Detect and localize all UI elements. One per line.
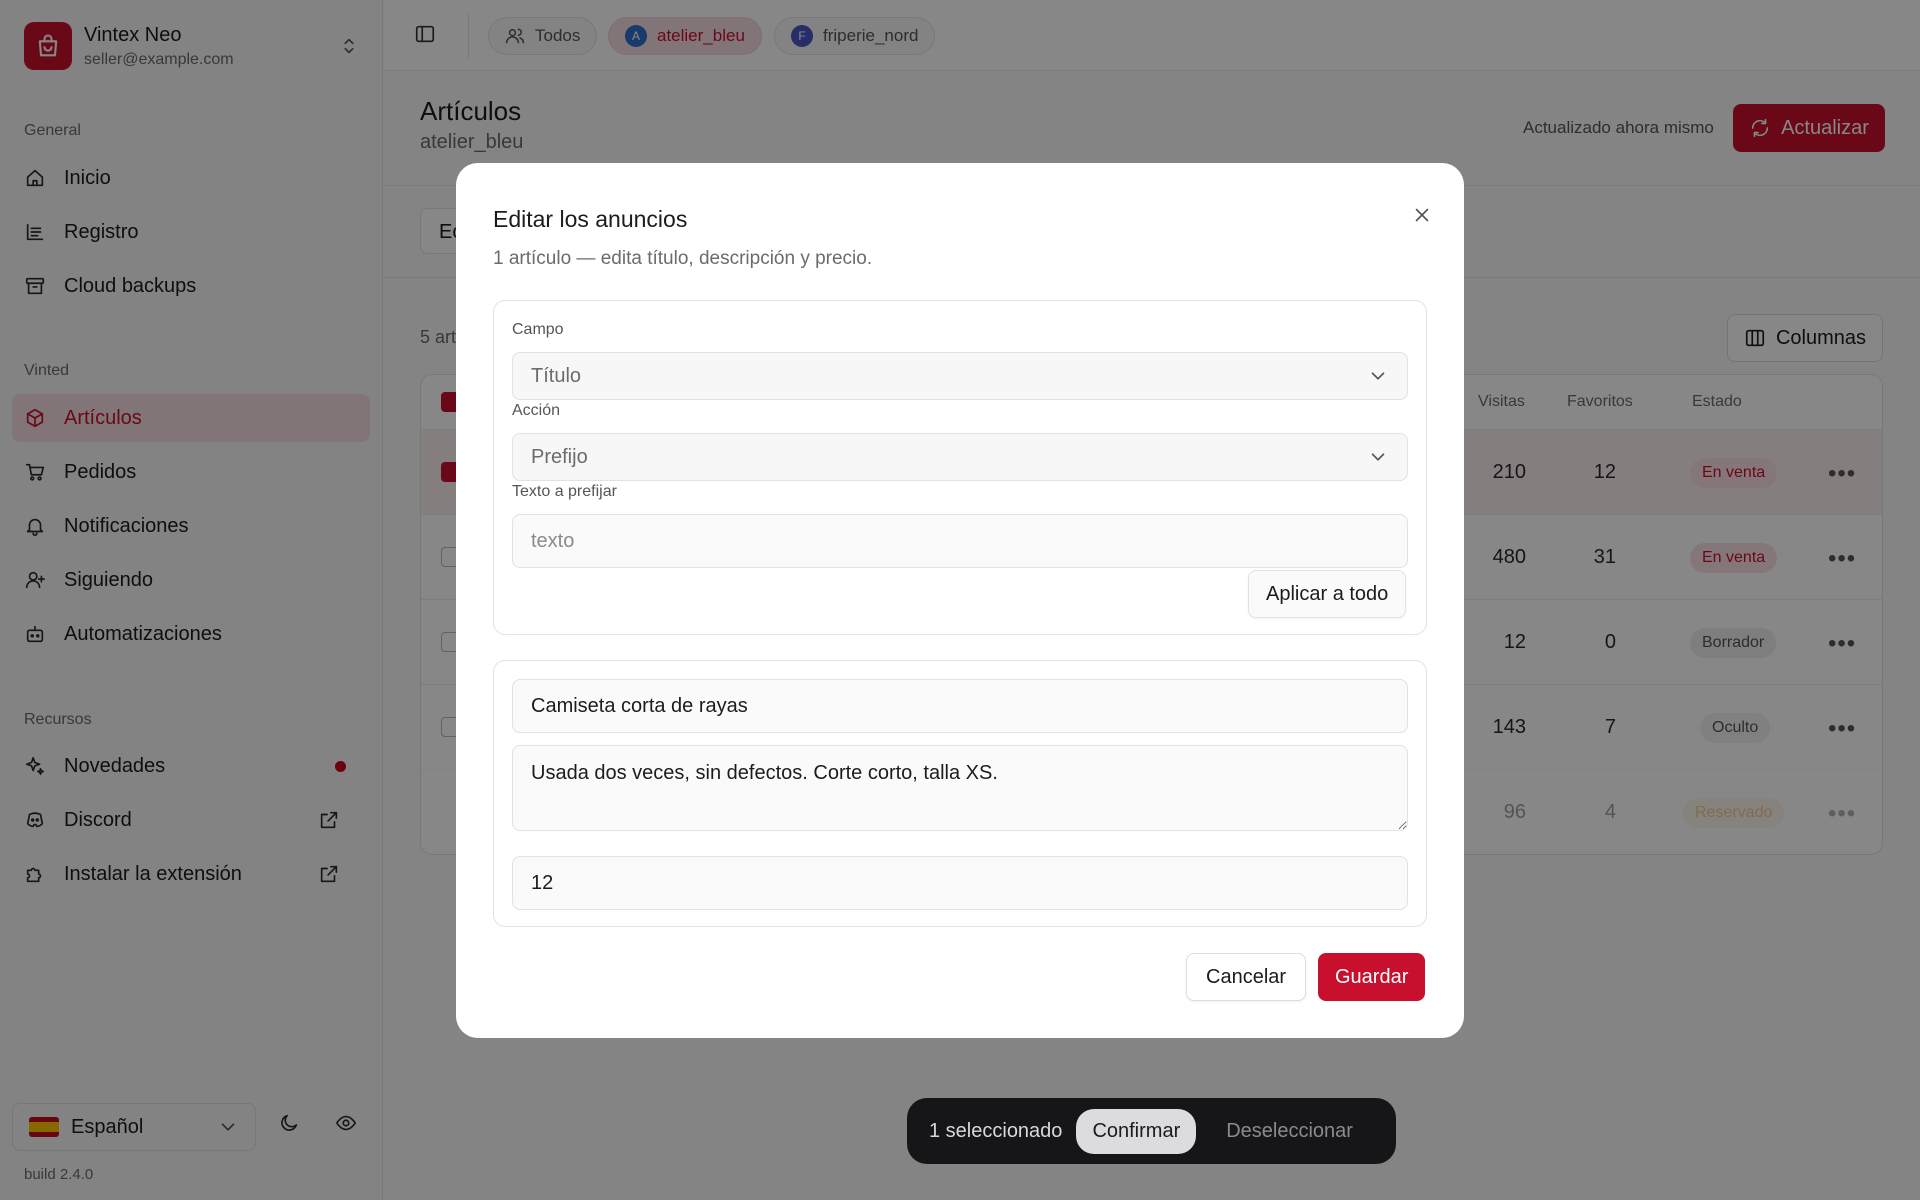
price-field[interactable] [512,856,1408,910]
bulk-action-bar: 1 seleccionado Confirmar Deseleccionar [907,1098,1396,1164]
confirm-button[interactable]: Confirmar [1076,1108,1197,1154]
description-field[interactable]: Usada dos veces, sin defectos. Corte cor… [512,745,1408,831]
action-label: Acción [512,402,561,419]
selection-count: 1 seleccionado [929,1119,1063,1142]
action-select[interactable]: Prefijo [512,433,1408,481]
bulk-rule-panel: Campo Título Acción Prefijo Texto a pref… [493,300,1427,635]
chevron-down-icon [1367,446,1389,468]
cancel-button[interactable]: Cancelar [1186,953,1307,1001]
edit-listings-dialog: Editar los anuncios 1 artículo — edita t… [456,163,1464,1038]
save-button[interactable]: Guardar [1318,953,1426,1001]
field-label: Campo [512,321,564,338]
deselect-button[interactable]: Deseleccionar [1226,1120,1353,1143]
field-select[interactable]: Título [512,352,1408,400]
apply-to-all-button[interactable]: Aplicar a todo [1248,570,1407,618]
field-select-value: Título [531,364,582,387]
dialog-title: Editar los anuncios [493,206,688,232]
prefix-text-input[interactable] [512,514,1408,568]
title-field[interactable] [512,679,1408,733]
dialog-subtitle: 1 artículo — edita título, descripción y… [493,248,873,269]
close-icon[interactable] [1411,204,1433,226]
listing-editor-panel: Usada dos veces, sin defectos. Corte cor… [493,660,1427,927]
prefix-text-label: Texto a prefijar [512,483,617,500]
action-select-value: Prefijo [531,445,588,468]
chevron-down-icon [1367,365,1389,387]
